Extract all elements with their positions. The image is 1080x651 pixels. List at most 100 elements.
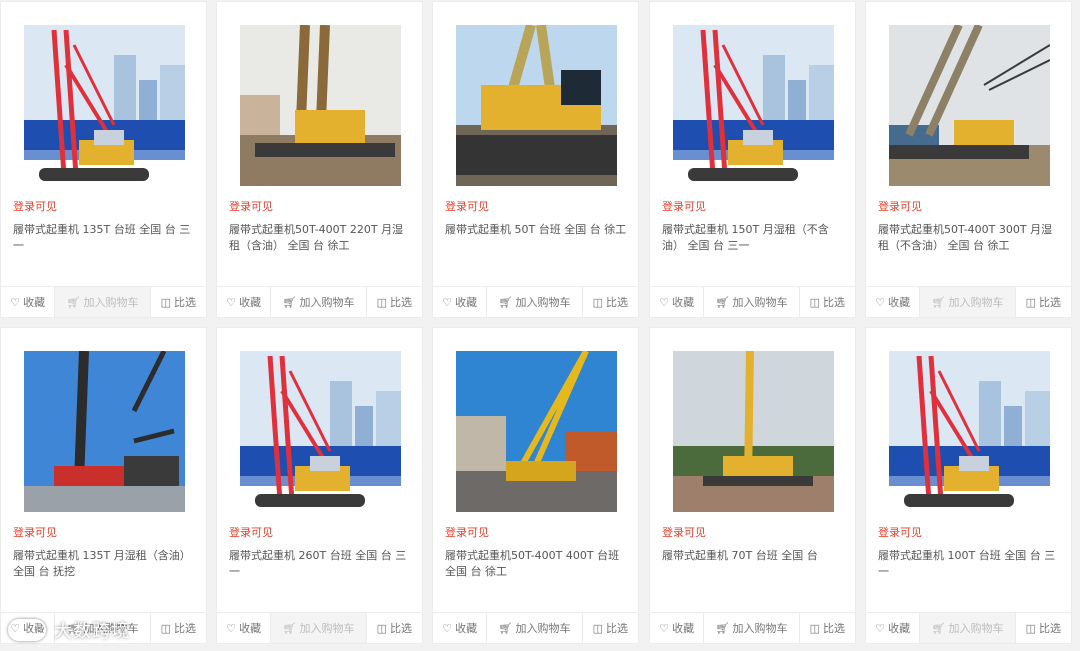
compare-button[interactable]: ◫ 比选 (367, 613, 422, 643)
cart-icon: 🛒︎ (282, 621, 297, 635)
login-to-view-price[interactable]: 登录可见 (878, 198, 922, 214)
product-card[interactable]: 登录可见 履带式起重机 150T 月湿租（不含油） 全国 台 三一 ♡ 收藏 🛒… (649, 1, 856, 318)
add-to-cart-label: 加入购物车 (299, 622, 355, 635)
compare-icon: ◫ (376, 295, 387, 309)
product-card[interactable]: 登录可见 履带式起重机 100T 台班 全国 台 三一 ♡ 收藏 🛒︎ 加入购物… (865, 327, 1072, 644)
compare-button[interactable]: ◫ 比选 (151, 613, 206, 643)
compare-icon: ◫ (376, 621, 387, 635)
compare-button[interactable]: ◫ 比选 (800, 613, 855, 643)
product-title[interactable]: 履带式起重机 260T 台班 全国 台 三一 (229, 548, 412, 580)
add-to-cart-button[interactable]: 🛒︎ 加入购物车 (487, 613, 583, 643)
login-to-view-price[interactable]: 登录可见 (13, 198, 57, 214)
favorite-button[interactable]: ♡ 收藏 (433, 287, 488, 317)
add-to-cart-label: 加入购物车 (948, 622, 1004, 635)
compare-icon: ◫ (160, 295, 171, 309)
compare-label: 比选 (822, 622, 845, 635)
product-title[interactable]: 履带式起重机 100T 台班 全国 台 三一 (878, 548, 1061, 580)
product-title[interactable]: 履带式起重机50T-400T 300T 月湿租（不含油） 全国 台 徐工 (878, 222, 1061, 254)
product-image[interactable] (240, 351, 401, 512)
watermark-logo-icon (8, 619, 46, 641)
add-to-cart-button[interactable]: 🛒︎ 加入购物车 (271, 287, 367, 317)
product-image[interactable] (24, 351, 185, 512)
login-to-view-price[interactable]: 登录可见 (13, 524, 57, 540)
favorite-label: 收藏 (888, 622, 911, 635)
cart-icon: 🛒︎ (66, 295, 81, 309)
login-to-view-price[interactable]: 登录可见 (229, 198, 273, 214)
heart-icon: ♡ (875, 295, 886, 309)
heart-icon: ♡ (442, 621, 453, 635)
compare-label: 比选 (605, 296, 628, 309)
watermark-text: 大数跨境 (54, 621, 130, 642)
product-card[interactable]: 登录可见 履带式起重机 135T 月湿租（含油） 全国 台 抚挖 ♡ 收藏 🛒︎… (0, 327, 207, 644)
product-card[interactable]: 登录可见 履带式起重机 50T 台班 全国 台 徐工 ♡ 收藏 🛒︎ 加入购物车… (432, 1, 639, 318)
cart-icon: 🛒︎ (498, 621, 513, 635)
login-to-view-price[interactable]: 登录可见 (445, 524, 489, 540)
product-image[interactable] (456, 351, 617, 512)
card-actions: ♡ 收藏 🛒︎ 加入购物车 ◫ 比选 (866, 612, 1071, 643)
add-to-cart-button[interactable]: 🛒︎ 加入购物车 (55, 287, 151, 317)
add-to-cart-button[interactable]: 🛒︎ 加入购物车 (487, 287, 583, 317)
heart-icon: ♡ (226, 621, 237, 635)
product-image[interactable] (240, 25, 401, 186)
compare-button[interactable]: ◫ 比选 (1016, 613, 1071, 643)
heart-icon: ♡ (442, 295, 453, 309)
compare-label: 比选 (1038, 296, 1061, 309)
product-card[interactable]: 登录可见 履带式起重机50T-400T 400T 台班 全国 台 徐工 ♡ 收藏… (432, 327, 639, 644)
add-to-cart-button[interactable]: 🛒︎ 加入购物车 (704, 287, 800, 317)
add-to-cart-label: 加入购物车 (83, 296, 139, 309)
product-title[interactable]: 履带式起重机 150T 月湿租（不含油） 全国 台 三一 (662, 222, 845, 254)
login-to-view-price[interactable]: 登录可见 (445, 198, 489, 214)
card-actions: ♡ 收藏 🛒︎ 加入购物车 ◫ 比选 (217, 612, 422, 643)
product-image[interactable] (889, 25, 1050, 186)
product-card[interactable]: 登录可见 履带式起重机 70T 台班 全国 台 ♡ 收藏 🛒︎ 加入购物车 ◫ … (649, 327, 856, 644)
login-to-view-price[interactable]: 登录可见 (662, 198, 706, 214)
compare-button[interactable]: ◫ 比选 (800, 287, 855, 317)
card-actions: ♡ 收藏 🛒︎ 加入购物车 ◫ 比选 (217, 286, 422, 317)
compare-icon: ◫ (160, 621, 171, 635)
favorite-button[interactable]: ♡ 收藏 (866, 287, 921, 317)
favorite-label: 收藏 (23, 296, 46, 309)
product-image[interactable] (673, 351, 834, 512)
favorite-button[interactable]: ♡ 收藏 (217, 613, 272, 643)
cart-icon: 🛒︎ (931, 621, 946, 635)
compare-button[interactable]: ◫ 比选 (151, 287, 206, 317)
product-card[interactable]: 登录可见 履带式起重机50T-400T 300T 月湿租（不含油） 全国 台 徐… (865, 1, 1072, 318)
product-card[interactable]: 登录可见 履带式起重机 135T 台班 全国 台 三一 ♡ 收藏 🛒︎ 加入购物… (0, 1, 207, 318)
product-title[interactable]: 履带式起重机 50T 台班 全国 台 徐工 (445, 222, 628, 238)
login-to-view-price[interactable]: 登录可见 (229, 524, 273, 540)
add-to-cart-label: 加入购物车 (732, 622, 788, 635)
product-image[interactable] (24, 25, 185, 186)
favorite-button[interactable]: ♡ 收藏 (866, 613, 921, 643)
cart-icon: 🛒︎ (715, 295, 730, 309)
product-title[interactable]: 履带式起重机50T-400T 220T 月湿租（含油） 全国 台 徐工 (229, 222, 412, 254)
card-actions: ♡ 收藏 🛒︎ 加入购物车 ◫ 比选 (433, 286, 638, 317)
favorite-button[interactable]: ♡ 收藏 (1, 287, 56, 317)
product-title[interactable]: 履带式起重机 135T 台班 全国 台 三一 (13, 222, 196, 254)
heart-icon: ♡ (10, 295, 21, 309)
favorite-label: 收藏 (455, 296, 478, 309)
add-to-cart-button[interactable]: 🛒︎ 加入购物车 (704, 613, 800, 643)
favorite-button[interactable]: ♡ 收藏 (217, 287, 272, 317)
compare-button[interactable]: ◫ 比选 (367, 287, 422, 317)
favorite-button[interactable]: ♡ 收藏 (650, 613, 705, 643)
product-grid: 登录可见 履带式起重机 135T 台班 全国 台 三一 ♡ 收藏 🛒︎ 加入购物… (0, 0, 1080, 651)
favorite-button[interactable]: ♡ 收藏 (433, 613, 488, 643)
compare-label: 比选 (605, 622, 628, 635)
product-title[interactable]: 履带式起重机 135T 月湿租（含油） 全国 台 抚挖 (13, 548, 196, 580)
add-to-cart-button[interactable]: 🛒︎ 加入购物车 (920, 613, 1016, 643)
compare-button[interactable]: ◫ 比选 (583, 287, 638, 317)
login-to-view-price[interactable]: 登录可见 (878, 524, 922, 540)
product-image[interactable] (456, 25, 617, 186)
add-to-cart-button[interactable]: 🛒︎ 加入购物车 (920, 287, 1016, 317)
product-title[interactable]: 履带式起重机50T-400T 400T 台班 全国 台 徐工 (445, 548, 628, 580)
compare-button[interactable]: ◫ 比选 (583, 613, 638, 643)
product-title[interactable]: 履带式起重机 70T 台班 全国 台 (662, 548, 845, 564)
product-card[interactable]: 登录可见 履带式起重机 260T 台班 全国 台 三一 ♡ 收藏 🛒︎ 加入购物… (216, 327, 423, 644)
product-card[interactable]: 登录可见 履带式起重机50T-400T 220T 月湿租（含油） 全国 台 徐工… (216, 1, 423, 318)
product-image[interactable] (673, 25, 834, 186)
add-to-cart-button[interactable]: 🛒︎ 加入购物车 (271, 613, 367, 643)
product-image[interactable] (889, 351, 1050, 512)
favorite-button[interactable]: ♡ 收藏 (650, 287, 705, 317)
compare-button[interactable]: ◫ 比选 (1016, 287, 1071, 317)
login-to-view-price[interactable]: 登录可见 (662, 524, 706, 540)
